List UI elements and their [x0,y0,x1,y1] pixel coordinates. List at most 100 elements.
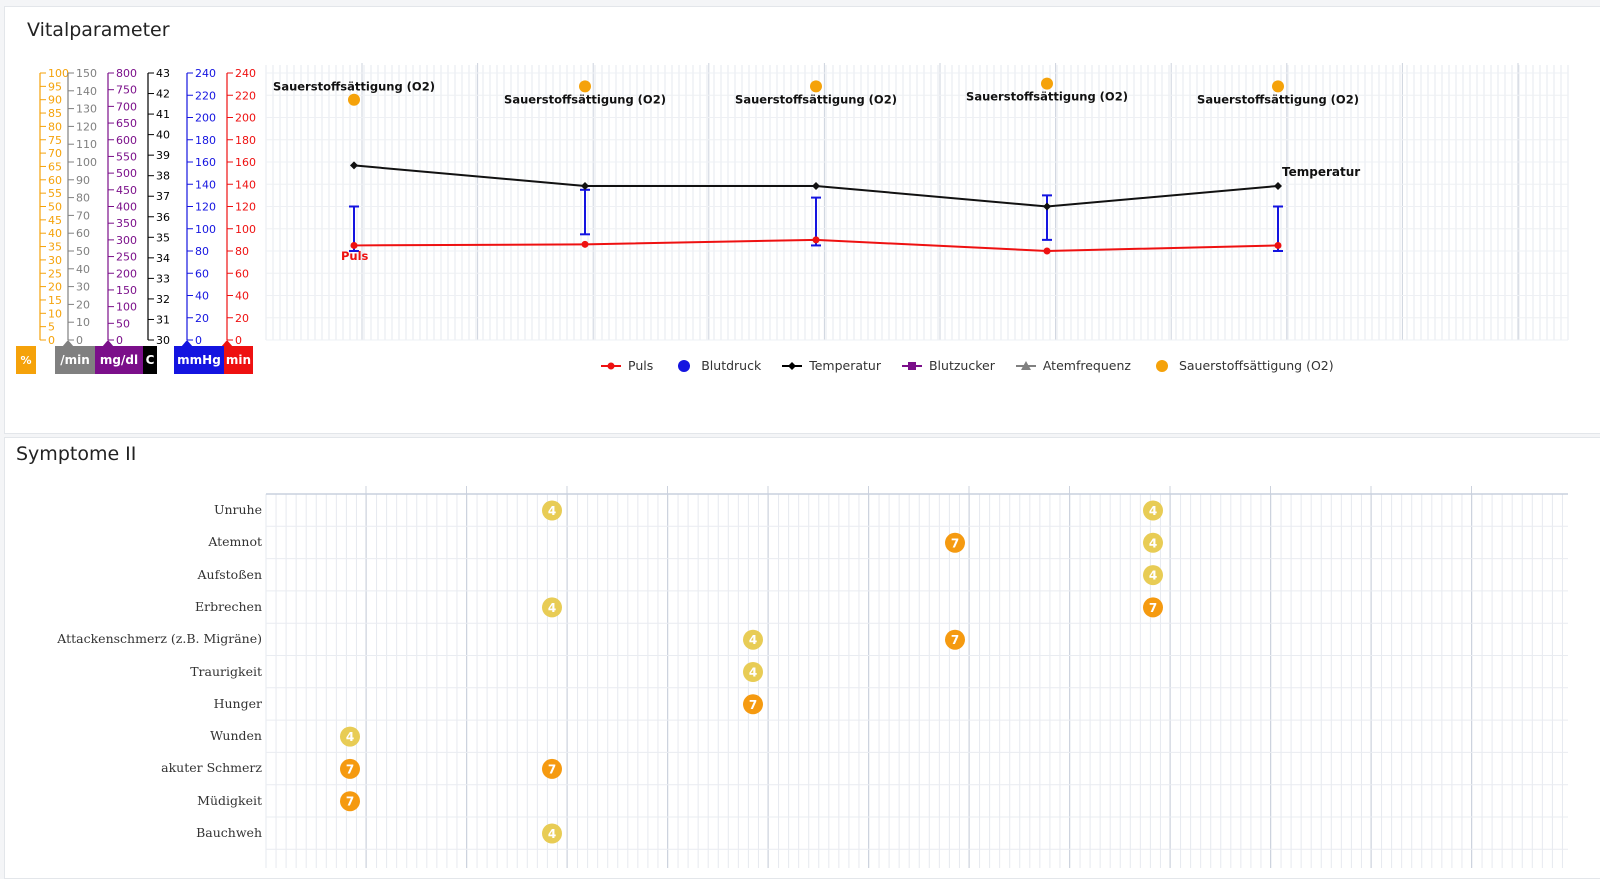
axis-tick-label: 100 [235,223,256,236]
axis-tick-label: 220 [195,89,216,102]
axis-unit-percent: % [16,346,36,374]
axis-tick-label: 36 [156,211,170,224]
symptom-row-label: Müdigkeit [197,792,262,808]
axis-tick-label: 85 [48,107,62,120]
axis-tick-label: 100 [195,223,216,236]
axis-tick-label: 700 [116,100,137,113]
legend-item[interactable]: Temperatur [781,358,881,373]
axis-tick-label: 120 [235,201,256,214]
axis-tick-label: 240 [235,67,256,80]
axis-bp: 240220200180160140120100806040200 [186,67,216,347]
o2-label: Sauerstoffsättigung (O2) [1197,92,1359,106]
pulse-point [812,236,820,244]
axis-tick-label: 110 [76,138,97,151]
axis-tick-label: 200 [235,112,256,125]
axis-tick-label: 140 [235,178,256,191]
axis-tick-label: 80 [48,120,62,133]
axis-tick-label: 150 [76,67,97,80]
o2-point [1041,77,1053,90]
o2-point [348,93,360,106]
axis-tick-label: 240 [195,67,216,80]
axis-tick-label: 100 [76,156,97,169]
axis-tick-label: 5 [48,321,55,334]
axis-tick-label: 38 [156,170,170,183]
axis-tick-label: 200 [116,267,137,280]
axis-tick-label: 650 [116,117,137,130]
axis-temp: 43 42 41 40 39 38 37 36 35 34 33 32 31 30 [147,67,170,347]
axis-tick-label: 45 [48,214,62,227]
pulse-point [1043,247,1051,255]
axis-tick-label: 160 [195,156,216,169]
axis-tick-label: 80 [76,192,90,205]
axis-unit-resp: /min [55,346,95,374]
axis-tick-label: 100 [48,67,69,80]
legend-marker-icon [1015,360,1036,370]
series-temperatur: Temperatur [350,161,1360,211]
axis-tick-label: 130 [76,103,97,116]
axis-tick-label: 42 [156,88,170,101]
o2-label: Sauerstoffsättigung (O2) [735,92,897,106]
o2-label: Sauerstoffsättigung (O2) [273,80,435,94]
axis-tick-label: 40 [76,263,90,276]
axis-tick-label: 550 [116,150,137,163]
symptom-row-label: Unruhe [213,502,262,517]
axis-tick-label: 100 [116,301,137,314]
axis-tick-label: 600 [116,134,137,147]
legend-marker-icon [1155,359,1168,372]
axis-tick-label: 60 [48,174,62,187]
axis-tick-label: 70 [76,209,90,222]
axis-tick-label: 65 [48,160,62,173]
pulse-point [350,241,358,249]
axis-tick-label: 500 [116,167,137,180]
axis-tick-label: 20 [48,281,62,294]
axis-tick-label: 450 [116,184,137,197]
o2-point [810,80,822,93]
axis-tick-label: 20 [195,312,209,325]
axis-tick-label: 350 [116,217,137,230]
axis-tick-label: 800 [116,67,137,80]
legend-label: Temperatur [809,358,881,373]
axis-tick-label: 55 [48,187,62,200]
legend-item[interactable]: Atemfrequenz [1015,358,1131,373]
series-sauerstoff: Sauerstoffsättigung (O2) Sauerstoffsättig… [273,77,1359,106]
legend-marker-icon [601,362,621,369]
vital-grid [265,63,1569,341]
o2-point [579,80,591,93]
legend-marker-dot [607,362,615,369]
axis-tick-label: 40 [195,290,209,303]
axis-tick-label: 60 [76,227,90,240]
axis-tick-label: 70 [48,147,62,160]
axis-tick-label: 30 [76,281,90,294]
symptom-row-label: Attackenschmerz (z.B. Migräne) [57,631,262,647]
axis-tick-label: 150 [116,284,137,297]
pulse-label: Puls [341,249,369,263]
legend-item[interactable]: Sauerstoffsättigung (O2) [1151,358,1334,373]
symptom-row-label: Wunden [210,728,262,744]
axis-tick-label: 50 [116,317,130,330]
axis-tick-label: 75 [48,134,62,147]
legend-item[interactable]: Puls [600,358,653,373]
series-puls: Puls [341,236,1282,263]
axis-tick-label: 40 [156,129,170,142]
axis-tick-label: 90 [76,174,90,187]
axis-unit-sugar: mg/dl [95,346,143,374]
axis-tick-label: 35 [156,231,170,244]
legend-label: Blutdruck [701,358,762,373]
legend-item[interactable]: Blutzucker [901,358,995,373]
axis-tick-label: 180 [195,134,216,147]
axis-tick-label: 400 [116,201,137,214]
axis-tick-label: 140 [195,178,216,191]
axis-tick-label: 80 [195,245,209,258]
axis-tick-label: 35 [48,241,62,254]
symptom-row-label: Aufstoßen [197,566,262,582]
axis-tick-label: 750 [116,84,137,97]
legend-marker-diamond [788,361,797,370]
legend-item[interactable]: Blutdruck [673,358,761,373]
axis-tick-label: 10 [76,316,90,329]
symptom-title: Symptome II [16,443,137,465]
symptom-row-label: Traurigkeit [190,663,262,679]
axis-tick-label: 120 [76,120,97,133]
symptom-row-label: akuter Schmerz [161,760,262,776]
vital-legend: Puls Blutdruck Temperatur Blutzucker Atemfre… [600,358,1334,373]
vital-chart: 1009590858075706560555045403530252015105… [39,63,1569,347]
